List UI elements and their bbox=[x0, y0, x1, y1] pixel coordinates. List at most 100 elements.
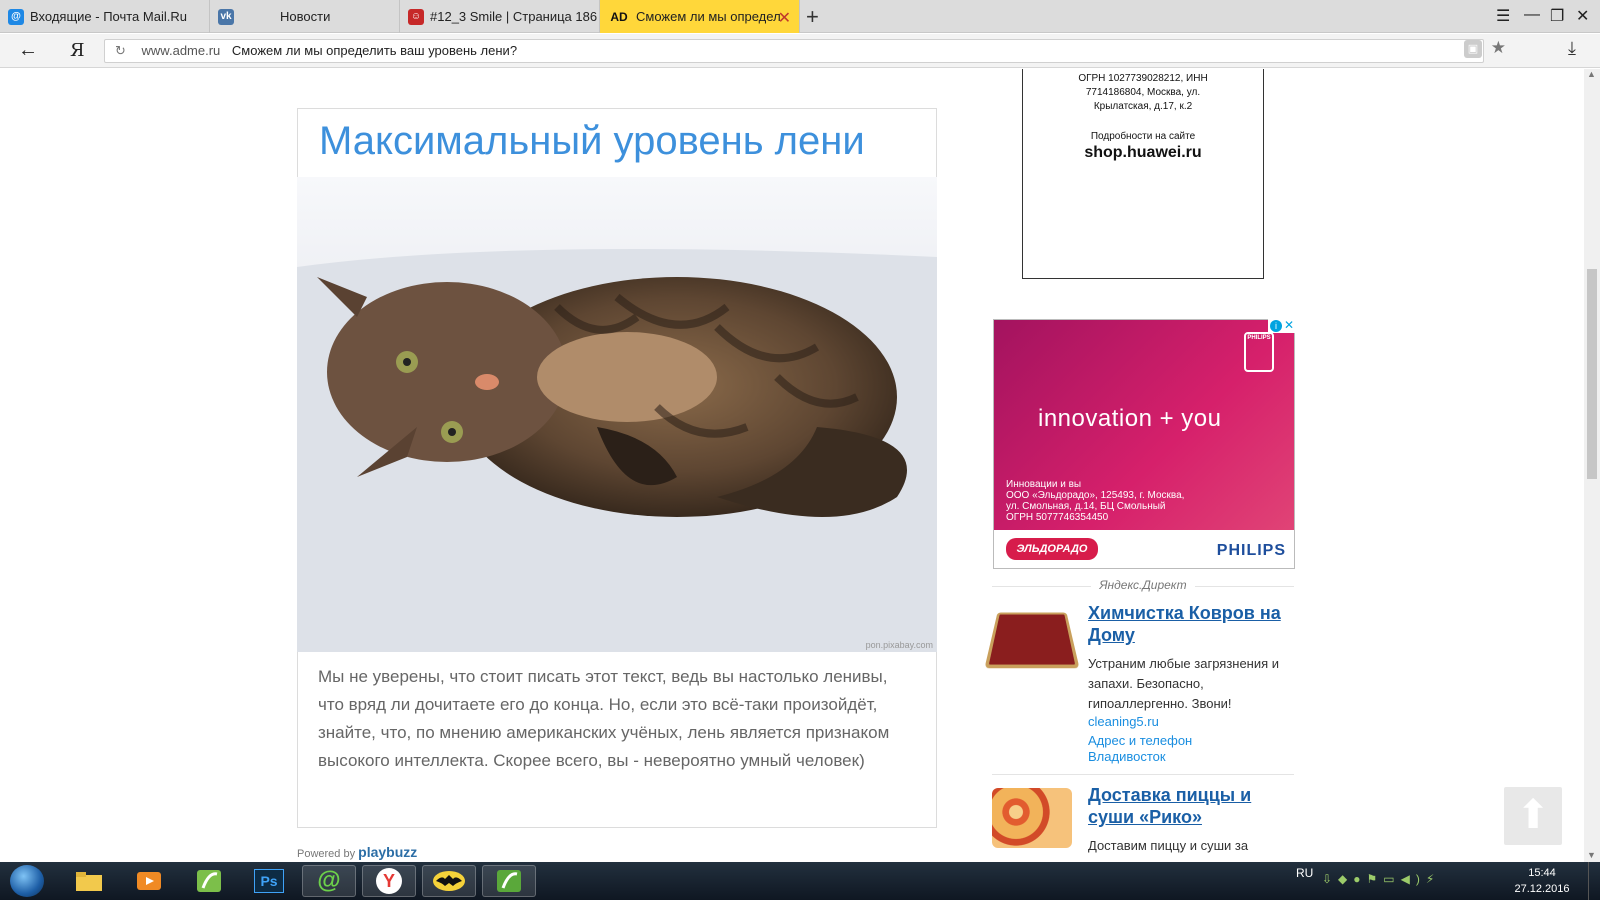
banner-legal-4: ОГРН 5077746354450 bbox=[1006, 512, 1109, 523]
scroll-down-icon[interactable]: ▼ bbox=[1587, 850, 1596, 860]
url-page-title: Сможем ли мы определить ваш уровень лени… bbox=[231, 43, 518, 58]
tab-label: #12_3 Smile | Страница 186 bbox=[430, 9, 598, 24]
close-window-icon[interactable]: ✕ bbox=[1576, 6, 1589, 26]
minimize-icon[interactable]: — bbox=[1524, 6, 1540, 24]
svg-text:Y: Y bbox=[383, 871, 395, 891]
eldorado-logo: ЭЛЬДОРАДО bbox=[1006, 538, 1098, 560]
clock[interactable]: 15:44 27.12.2016 bbox=[1510, 865, 1574, 897]
lock-icon[interactable]: ▣ bbox=[1464, 40, 1482, 58]
huawei-legal-1: ОГРН 1027739028212, ИНН bbox=[1078, 73, 1208, 84]
leaf2-icon bbox=[497, 870, 521, 892]
tab-smile[interactable]: ☺ #12_3 Smile | Страница 186 bbox=[400, 0, 600, 33]
cat-photo: pon.pixabay.com bbox=[297, 177, 937, 652]
banner-legal-1: Инновации и вы bbox=[1006, 479, 1082, 490]
banner-tagline: innovation + you bbox=[1038, 405, 1222, 432]
ad-close-icon[interactable]: ✕ bbox=[1284, 318, 1294, 332]
ad-icon: AD bbox=[610, 9, 628, 24]
system-tray-icons[interactable]: ⇩◆●⚑▭◀)⚡ bbox=[1322, 872, 1440, 886]
divider bbox=[992, 774, 1294, 775]
cat-illustration bbox=[297, 177, 937, 652]
address-bar: ← Я ↻ www.adme.ru Сможем ли мы определит… bbox=[0, 34, 1600, 68]
windows-taskbar: Ps @ Y RU ⇩◆●⚑▭◀)⚡ 15:44 27.12.2016 bbox=[0, 862, 1600, 900]
direct-ad-desc: Доставим пиццу и суши за bbox=[1088, 838, 1249, 853]
direct-ad-domain[interactable]: cleaning5.ru bbox=[1088, 714, 1159, 730]
article-headline: Максимальный уровень лени bbox=[319, 119, 865, 163]
app-green2-icon[interactable] bbox=[482, 865, 536, 897]
tab-bar: @ Входящие - Почта Mail.Ru vk Новости ☺ … bbox=[0, 0, 1600, 33]
url-domain: www.adme.ru bbox=[141, 43, 221, 58]
tab-label: Входящие - Почта Mail.Ru bbox=[30, 9, 187, 24]
folder-icon bbox=[76, 872, 102, 891]
tab-news[interactable]: vk Новости bbox=[210, 0, 400, 33]
language-indicator[interactable]: RU bbox=[1296, 866, 1313, 880]
smile-icon: ☺ bbox=[408, 8, 424, 25]
tab-label: Сможем ли мы определ bbox=[636, 9, 781, 24]
pizza-thumbnail[interactable] bbox=[992, 788, 1072, 848]
show-desktop-button[interactable] bbox=[1588, 862, 1600, 900]
direct-ad-carpet[interactable]: Химчистка Ковров на Дому Устраним любые … bbox=[984, 602, 1294, 772]
philips-shield-label: PHILIPS bbox=[1247, 335, 1271, 341]
yandex-direct-text: Яндекс.Директ bbox=[1091, 578, 1195, 592]
playbuzz-logo: playbuzz bbox=[358, 844, 418, 860]
menu-icon[interactable]: ☰ bbox=[1496, 6, 1510, 26]
tab-active-adme[interactable]: AD Сможем ли мы определ ✕ bbox=[600, 0, 800, 33]
direct-ad-desc: Устраним любые загрязнения и запахи. Без… bbox=[1088, 656, 1280, 711]
bookmark-star-icon[interactable]: ★ bbox=[1491, 38, 1506, 58]
new-tab-button[interactable]: + bbox=[806, 4, 819, 30]
huawei-more-label: Подробности на сайте bbox=[1090, 131, 1196, 142]
mailru-icon: @ bbox=[8, 8, 24, 25]
direct-ad-city[interactable]: Владивосток bbox=[1088, 749, 1166, 765]
tab-label: Новости bbox=[280, 9, 331, 24]
start-button-icon[interactable] bbox=[10, 865, 44, 897]
tab-mail[interactable]: @ Входящие - Почта Mail.Ru bbox=[0, 0, 210, 33]
direct-ad-title[interactable]: Доставка пиццы и суши «Рико» bbox=[1088, 784, 1298, 828]
yandex-logo-icon[interactable]: Я bbox=[70, 40, 85, 61]
banner-legal-3: ул. Смольная, д.14, БЦ Смольный bbox=[1006, 501, 1166, 512]
yandex-y-icon: Y bbox=[376, 868, 402, 894]
huawei-ad-box[interactable]: ОГРН 1027739028212, ИНН 7714186804, Моск… bbox=[1022, 69, 1264, 279]
philips-logo: PHILIPS bbox=[1216, 542, 1286, 559]
ad-info-icon[interactable]: i bbox=[1270, 320, 1282, 332]
batman-icon[interactable] bbox=[422, 865, 476, 897]
photoshop-icon[interactable]: Ps bbox=[242, 865, 296, 897]
scroll-up-icon[interactable]: ▲ bbox=[1587, 69, 1596, 79]
leaf-icon bbox=[197, 870, 221, 892]
banner-legal-2: ООО «Эльдорадо», 125493, г. Москва, bbox=[1006, 490, 1185, 501]
banner-legal: Инновации и вы ООО «Эльдорадо», 125493, … bbox=[1006, 479, 1184, 523]
carpet-thumbnail[interactable] bbox=[984, 612, 1080, 669]
back-arrow-icon[interactable]: ← bbox=[18, 39, 38, 62]
clock-date: 27.12.2016 bbox=[1514, 883, 1570, 895]
philips-ad-banner[interactable]: PHILIPS innovation + you Инновации и вы … bbox=[993, 319, 1295, 569]
powered-by[interactable]: Powered by playbuzz bbox=[297, 844, 417, 860]
url-field[interactable]: ↻ www.adme.ru Сможем ли мы определить ва… bbox=[104, 39, 1484, 63]
yandex-direct-label: Яндекс.Директ bbox=[992, 578, 1294, 592]
download-icon[interactable]: ⤓ bbox=[1568, 38, 1576, 59]
huawei-legal-3: Крылатская, д.17, к.2 bbox=[1093, 101, 1193, 112]
reload-icon[interactable]: ↻ bbox=[115, 43, 126, 58]
scroll-to-top-button[interactable]: ⬆ bbox=[1504, 787, 1562, 845]
close-tab-icon[interactable]: ✕ bbox=[778, 8, 791, 28]
huawei-legal-2: 7714186804, Москва, ул. bbox=[1085, 87, 1201, 98]
media-player-icon[interactable] bbox=[122, 865, 176, 897]
vk-icon: vk bbox=[218, 8, 234, 25]
restore-icon[interactable]: ❐ bbox=[1550, 6, 1564, 26]
page-scrollbar[interactable]: ▲ ▼ bbox=[1584, 69, 1600, 862]
banner-footer: ЭЛЬДОРАДО PHILIPS bbox=[994, 530, 1294, 568]
play-icon bbox=[137, 872, 161, 890]
scrollbar-thumb[interactable] bbox=[1587, 269, 1597, 479]
page-content: Максимальный уровень лени pon.pixabay.co… bbox=[0, 69, 1584, 862]
photo-credit: pon.pixabay.com bbox=[865, 640, 933, 650]
article-body: Мы не уверены, что стоит писать этот тек… bbox=[318, 667, 890, 770]
mail-agent-icon[interactable]: @ bbox=[302, 865, 356, 897]
app-green-icon[interactable] bbox=[182, 865, 236, 897]
direct-ad-title[interactable]: Химчистка Ковров на Дому bbox=[1088, 602, 1298, 646]
direct-ad-contacts[interactable]: Адрес и телефон bbox=[1088, 733, 1192, 749]
clock-time: 15:44 bbox=[1528, 867, 1556, 879]
yandex-browser-icon[interactable]: Y bbox=[362, 865, 416, 897]
powered-by-label: Powered by bbox=[297, 848, 356, 860]
direct-ad-pizza[interactable]: Доставка пиццы и суши «Рико» Доставим пи… bbox=[992, 784, 1294, 862]
at-sign-icon: @ bbox=[317, 867, 341, 894]
huawei-site-link[interactable]: shop.huawei.ru bbox=[1023, 144, 1263, 162]
explorer-icon[interactable] bbox=[62, 865, 116, 897]
bat-logo-icon bbox=[433, 871, 465, 891]
